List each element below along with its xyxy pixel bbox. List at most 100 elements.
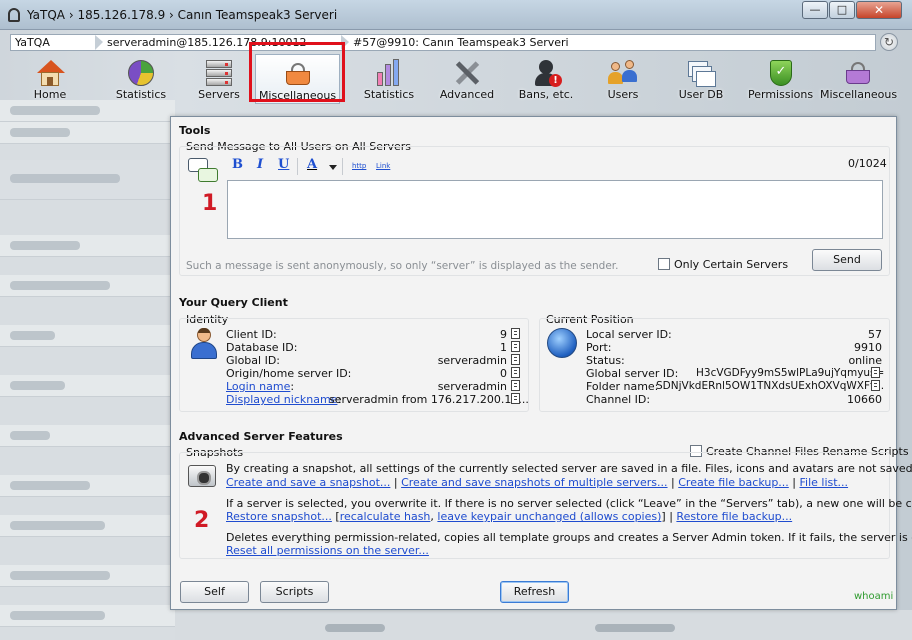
channel-id-label: Channel ID:: [586, 393, 651, 406]
toolbar-users[interactable]: Users: [603, 54, 643, 104]
restore-file-backup-link[interactable]: Restore file backup...: [676, 510, 792, 523]
breadcrumb-app[interactable]: YaTQA: [11, 35, 101, 50]
maximize-button[interactable]: □: [829, 1, 855, 19]
snapshot-description: By creating a snapshot, all settings of …: [226, 462, 912, 475]
login-name-row: Login name:: [226, 380, 295, 393]
annotation-marker-2: 2: [194, 508, 210, 533]
breadcrumb-server[interactable]: #57@9910: Canın Teamspeak3 Serveri: [349, 35, 649, 50]
background-list: [0, 100, 175, 640]
toolbar-miscellaneous-server[interactable]: Miscellaneous: [820, 54, 897, 104]
toolbar-statistics[interactable]: Statistics: [112, 54, 170, 104]
login-name-value: serveradmin: [437, 380, 507, 393]
copy-icon[interactable]: [871, 380, 880, 391]
toolbar-bans[interactable]: ! Bans, etc.: [516, 54, 576, 104]
toolbar-servers[interactable]: Servers: [194, 54, 244, 104]
chat-icon: [188, 158, 218, 186]
link-button[interactable]: Link: [376, 162, 390, 170]
recalculate-hash-link[interactable]: recalculate hash: [340, 510, 431, 523]
text-color-button[interactable]: A: [307, 157, 317, 172]
breadcrumb-separator: [95, 35, 103, 50]
ban-user-icon: !: [531, 58, 562, 88]
copy-icon[interactable]: [511, 367, 520, 378]
miscellaneous-panel: Tools Send Message to All Users on All S…: [170, 116, 912, 610]
breadcrumb: YaTQA serveradmin@185.126.178.9:10012 #5…: [10, 34, 876, 51]
reset-description: Deletes everything permission-related, c…: [226, 531, 912, 544]
window-title: YaTQA › 185.126.178.9 › Canın Teamspeak3…: [27, 8, 338, 22]
toolbar-home[interactable]: Home: [28, 54, 72, 104]
background-status: [175, 610, 912, 640]
shield-icon: ✓: [765, 58, 795, 88]
client-id-label: Client ID:: [226, 328, 277, 341]
login-name-link[interactable]: Login name: [226, 380, 290, 393]
character-counter: 0/1024: [848, 157, 887, 170]
leave-keypair-link[interactable]: leave keypair unchanged (allows copies): [437, 510, 661, 523]
globe-icon: [547, 328, 577, 358]
minimize-button[interactable]: —: [802, 1, 828, 19]
copy-icon[interactable]: [511, 328, 520, 339]
folder-name-value: SDNjVkdERnl5OW1TNXdsUExhOXVqWXFt...: [656, 380, 885, 392]
annotation-marker-1: 1: [202, 191, 218, 216]
toolbar-label: Statistics: [363, 88, 415, 101]
http-link-button[interactable]: http: [352, 162, 366, 170]
toolbar-label: Permissions: [748, 88, 814, 101]
restore-links: Restore snapshot... [recalculate hash, l…: [226, 510, 793, 523]
self-button[interactable]: Self: [180, 581, 249, 603]
toolbar-advanced[interactable]: Advanced: [438, 54, 496, 104]
user-avatar-icon: [191, 328, 217, 360]
basket-icon: [843, 58, 873, 88]
copy-icon[interactable]: [511, 354, 520, 365]
global-server-id-value: H3cVGDFyy9mS5wlPLa9ujYqmyus=: [696, 367, 885, 379]
title-bar: YaTQA › 185.126.178.9 › Canın Teamspeak3…: [0, 0, 912, 30]
port-label: Port:: [586, 341, 612, 354]
toolbar-label: Users: [607, 88, 639, 101]
format-separator: [342, 158, 343, 175]
message-input[interactable]: [227, 180, 883, 239]
bold-button[interactable]: B: [232, 157, 243, 172]
advanced-title: Advanced Server Features: [179, 430, 343, 443]
toolbar-permissions[interactable]: ✓ Permissions: [748, 54, 814, 104]
copy-icon[interactable]: [511, 341, 520, 352]
nickname-row: Displayed nickname:: [226, 393, 342, 406]
app-icon: [8, 8, 20, 22]
pie-chart-icon: [126, 58, 156, 88]
toolbar-label: Home: [33, 88, 67, 101]
file-list-link[interactable]: File list...: [800, 476, 849, 489]
whoami-label: whoami: [854, 591, 894, 602]
global-id-label: Global ID:: [226, 354, 281, 367]
create-snapshot-link[interactable]: Create and save a snapshot...: [226, 476, 390, 489]
toolbar-user-db[interactable]: User DB: [677, 54, 725, 104]
send-button[interactable]: Send: [812, 249, 882, 271]
toolbar-label: Bans, etc.: [518, 88, 574, 101]
port-value: 9910: [854, 341, 882, 354]
status-value: online: [848, 354, 882, 367]
global-id-value: serveradmin: [437, 354, 507, 367]
nickname-value: serveradmin from 176.217.200.19...: [329, 393, 529, 406]
only-certain-servers-checkbox[interactable]: [658, 258, 670, 270]
refresh-button[interactable]: Refresh: [500, 581, 569, 603]
channel-id-value: 10660: [847, 393, 882, 406]
origin-server-id-value: 0: [500, 367, 507, 380]
local-server-id-value: 57: [868, 328, 882, 341]
create-file-backup-link[interactable]: Create file backup...: [678, 476, 789, 489]
chevron-down-icon[interactable]: [329, 165, 337, 170]
reset-links: Reset all permissions on the server...: [226, 544, 429, 557]
restore-snapshot-link[interactable]: Restore snapshot...: [226, 510, 332, 523]
displayed-nickname-link[interactable]: Displayed nickname: [226, 393, 337, 406]
toolbar-label: Statistics: [115, 88, 167, 101]
copy-icon[interactable]: [511, 380, 520, 391]
scripts-button[interactable]: Scripts: [260, 581, 329, 603]
highlight-box: [249, 42, 345, 102]
server-icon: [204, 58, 234, 88]
copy-icon[interactable]: [871, 367, 880, 378]
back-icon[interactable]: ↻: [880, 33, 898, 51]
local-server-id-label: Local server ID:: [586, 328, 672, 341]
close-button[interactable]: ✕: [856, 1, 902, 19]
underline-button[interactable]: U: [278, 157, 289, 172]
create-multi-snapshot-link[interactable]: Create and save snapshots of multiple se…: [401, 476, 667, 489]
folder-name-label: Folder name:: [586, 380, 659, 393]
toolbar: Home Statistics Servers Miscellaneous St…: [0, 54, 912, 106]
toolbar-statistics-server[interactable]: Statistics: [362, 54, 416, 104]
copy-icon[interactable]: [511, 393, 520, 404]
reset-permissions-link[interactable]: Reset all permissions on the server...: [226, 544, 429, 557]
italic-button[interactable]: I: [257, 157, 263, 172]
